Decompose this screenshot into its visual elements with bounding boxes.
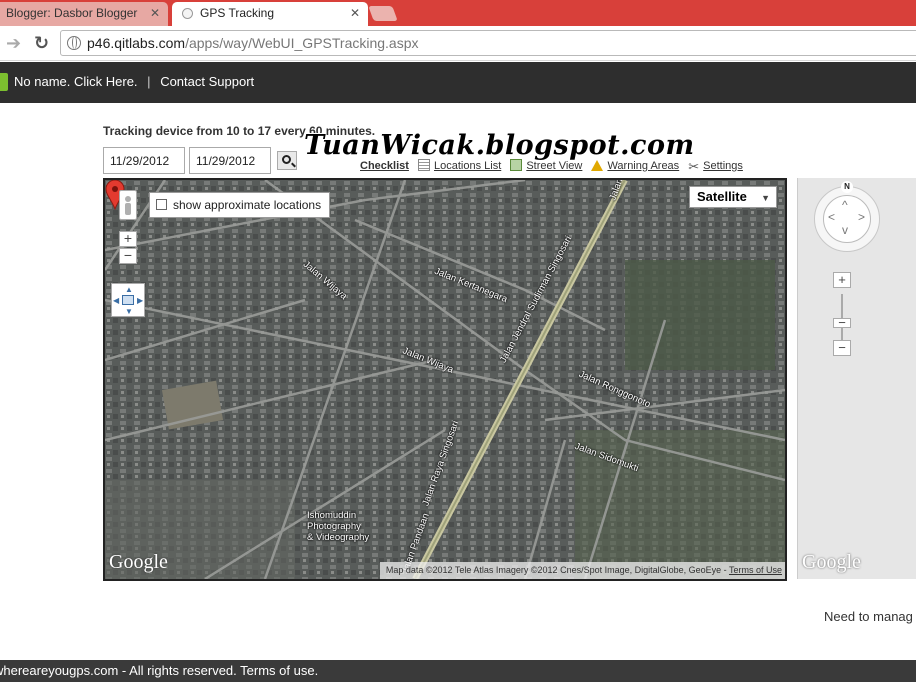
pan-center-icon bbox=[122, 295, 134, 305]
map-type-select[interactable]: Satellite ▼ bbox=[689, 186, 777, 208]
manage-text: Need to manag bbox=[824, 609, 913, 624]
tab-gps-tracking[interactable]: GPS Tracking ✕ bbox=[172, 2, 368, 26]
pan-control[interactable]: ▲ ▼ ◀ ▶ bbox=[111, 283, 145, 317]
back-arrow-icon[interactable]: ➔ bbox=[6, 32, 21, 54]
pan-down-icon[interactable]: v bbox=[842, 223, 848, 237]
street-view-pegman-icon[interactable] bbox=[119, 190, 137, 220]
separator: | bbox=[147, 74, 151, 89]
user-icon bbox=[0, 73, 8, 91]
url-text: p46.qitlabs.com/apps/way/WebUI_GPSTracki… bbox=[87, 35, 419, 51]
locations-list-link[interactable]: Locations List bbox=[434, 160, 501, 172]
footer-text: whereareyougps.com - All rights reserved… bbox=[0, 663, 319, 678]
side-zoom-in-button[interactable]: + bbox=[833, 272, 851, 288]
site-footer: whereareyougps.com - All rights reserved… bbox=[0, 660, 916, 682]
map-zoom-in-button[interactable]: + bbox=[119, 231, 137, 247]
warning-icon bbox=[591, 160, 604, 171]
terms-of-use-link[interactable]: Terms of Use bbox=[729, 565, 782, 575]
pan-right-icon[interactable]: > bbox=[858, 210, 865, 224]
reload-icon[interactable]: ↻ bbox=[34, 32, 49, 54]
show-approximate-toggle[interactable]: show approximate locations bbox=[149, 192, 331, 218]
account-link[interactable]: No name. Click Here. bbox=[14, 74, 138, 89]
satellite-map[interactable]: Jalan Wijaya Jalan Kertanegara Jalan Jen… bbox=[103, 178, 787, 581]
map-imagery bbox=[105, 180, 785, 579]
map-type-label: Satellite bbox=[697, 189, 747, 204]
pan-left-icon[interactable]: < bbox=[828, 210, 835, 224]
address-bar[interactable]: p46.qitlabs.com/apps/way/WebUI_GPSTracki… bbox=[60, 30, 916, 56]
side-zoom-out-button[interactable]: − bbox=[833, 340, 851, 356]
tab-title: Blogger: Dasbor Blogger bbox=[6, 6, 138, 20]
zoom-slider-handle[interactable]: − bbox=[833, 316, 851, 329]
pan-up-icon[interactable]: ▲ bbox=[125, 285, 133, 294]
loading-favicon-icon bbox=[182, 8, 193, 19]
google-logo: Google bbox=[802, 551, 861, 573]
google-logo: Google bbox=[109, 551, 168, 573]
pan-left-icon[interactable]: ◀ bbox=[113, 296, 119, 305]
site-header: No name. Click Here. | Contact Support bbox=[0, 62, 916, 103]
globe-icon bbox=[67, 36, 81, 50]
contact-support-link[interactable]: Contact Support bbox=[160, 74, 254, 89]
browser-tab-strip: Blogger: Dasbor Blogger ✕ GPS Tracking ✕ bbox=[0, 0, 916, 26]
side-map-panel[interactable]: N ^ v < > + − − Google bbox=[797, 178, 916, 579]
date-from-input[interactable] bbox=[103, 147, 185, 174]
checklist-link[interactable]: Checklist bbox=[360, 160, 409, 172]
watermark-text: TuanWicak.blogspot.com bbox=[304, 130, 695, 161]
street-view-link[interactable]: Street View bbox=[526, 160, 582, 172]
pan-right-icon[interactable]: ▶ bbox=[137, 296, 143, 305]
browser-toolbar: ➔ ↻ p46.qitlabs.com/apps/way/WebUI_GPSTr… bbox=[0, 26, 916, 61]
map-copyright: Map data ©2012 Tele Atlas Imagery ©2012 … bbox=[379, 562, 785, 579]
search-icon bbox=[282, 155, 291, 164]
close-tab-icon[interactable]: ✕ bbox=[150, 2, 160, 24]
new-tab-button[interactable] bbox=[368, 6, 398, 21]
close-tab-icon[interactable]: ✕ bbox=[350, 2, 360, 24]
pan-up-icon[interactable]: ^ bbox=[842, 198, 848, 212]
north-indicator: N bbox=[841, 181, 853, 193]
map-zoom-out-button[interactable]: − bbox=[119, 248, 137, 264]
pan-down-icon[interactable]: ▼ bbox=[125, 307, 133, 316]
search-button[interactable] bbox=[277, 151, 297, 170]
header-links: No name. Click Here. | Contact Support bbox=[14, 74, 254, 89]
chevron-down-icon: ▼ bbox=[761, 193, 770, 203]
tab-blogger[interactable]: Blogger: Dasbor Blogger ✕ bbox=[0, 2, 168, 26]
compass-ring: ^ v < > bbox=[823, 195, 871, 243]
date-to-input[interactable] bbox=[189, 147, 271, 174]
warning-areas-link[interactable]: Warning Areas bbox=[607, 160, 679, 172]
tab-title: GPS Tracking bbox=[200, 6, 275, 20]
show-approximate-label: show approximate locations bbox=[173, 198, 322, 212]
poi-label: Ishomuddin Photography & Videography bbox=[307, 510, 370, 543]
settings-link[interactable]: Settings bbox=[703, 160, 743, 172]
approximate-checkbox[interactable] bbox=[156, 199, 167, 210]
compass-control[interactable]: N ^ v < > bbox=[814, 181, 880, 252]
